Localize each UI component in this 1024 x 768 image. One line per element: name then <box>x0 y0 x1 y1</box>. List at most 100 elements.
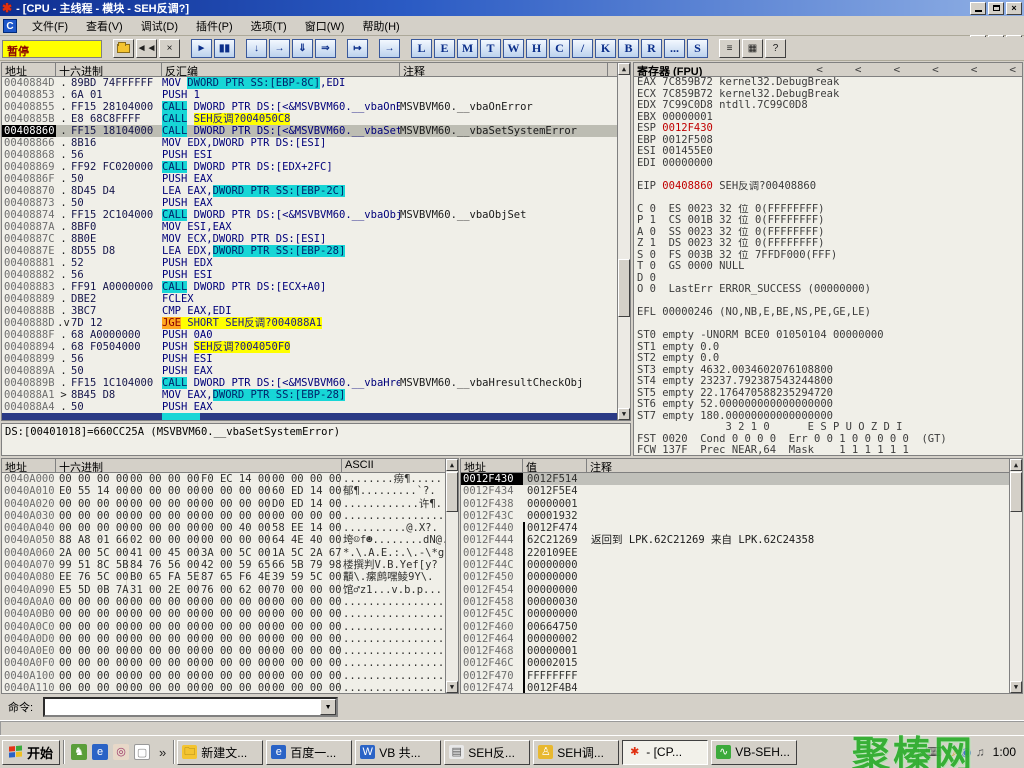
restart-button[interactable]: ◄◄ <box>136 39 157 58</box>
command-input[interactable]: ▼ <box>43 697 338 717</box>
register-line[interactable]: ST5 empty 22.176470588235294720 <box>634 388 1022 400</box>
start-button[interactable]: 开始 <box>2 740 60 765</box>
register-line[interactable]: 3 2 1 0 E S P U O Z D I <box>634 422 1022 434</box>
scroll-up-icon[interactable]: ▲ <box>1010 459 1022 471</box>
quick-launch-icon-1[interactable]: ♞ <box>71 744 87 760</box>
dump-row[interactable]: 0040A0602A 00 5C 0041 00 45 003A 00 5C 0… <box>2 547 458 559</box>
dump-row[interactable]: 0040A0D000 00 00 0000 00 00 0000 00 00 0… <box>2 633 458 645</box>
internet-explorer-icon[interactable]: e <box>92 744 108 760</box>
animate-over-button[interactable]: ⇒ <box>315 39 336 58</box>
appearance-button[interactable]: ▦ <box>742 39 763 58</box>
register-line[interactable]: P 1 CS 001B 32 位 0(FFFFFFFF) <box>634 215 1022 227</box>
quick-launch-more[interactable]: » <box>159 745 166 760</box>
register-line[interactable]: EDI 00000000 <box>634 158 1022 170</box>
register-line[interactable] <box>634 169 1022 181</box>
panel-button-h[interactable]: H <box>526 39 547 58</box>
dump-row[interactable]: 0040A0E000 00 00 0000 00 00 0000 00 00 0… <box>2 645 458 657</box>
dump-row[interactable]: 0040A10000 00 00 0000 00 00 0000 00 00 0… <box>2 670 458 682</box>
register-line[interactable]: ST0 empty -UNORM BCE0 01050104 00000000 <box>634 330 1022 342</box>
menu-item-5[interactable]: 窗口(W) <box>296 19 354 35</box>
scroll-down-icon[interactable]: ▼ <box>618 408 630 420</box>
collapse-chevron-4[interactable]: < <box>968 63 981 76</box>
quick-launch-icon-3[interactable]: ▢ <box>134 744 150 760</box>
register-line[interactable]: ESI 001455E0 <box>634 146 1022 158</box>
disasm-row[interactable]: 00408899.56PUSH ESI <box>2 353 630 365</box>
disasm-row[interactable]: 00408883.FF91 A0000000CALL DWORD PTR DS:… <box>2 281 630 293</box>
disasm-row[interactable]: 0040888F.68 A0000000PUSH 0A0 <box>2 329 630 341</box>
register-line[interactable]: D 0 <box>634 273 1022 285</box>
panel-button-e[interactable]: E <box>434 39 455 58</box>
tray-icon-1[interactable]: ☽ <box>946 745 957 759</box>
stack-row[interactable]: 0012F43800000001 <box>461 498 1022 510</box>
disasm-row[interactable]: 0040885B.E8 68C8FFFFCALL SEH反调?004050C8 <box>2 113 630 125</box>
stack-pane[interactable]: 地址 值 注释 0012F4300012F5140012F4340012F5E4… <box>460 458 1023 694</box>
stack-row[interactable]: 0012F45400000000 <box>461 584 1022 596</box>
register-line[interactable]: S 0 FS 003B 32 位 7FFDF000(FFF) <box>634 250 1022 262</box>
stack-row[interactable]: 0012F46800000001 <box>461 645 1022 657</box>
dump-row[interactable]: 0040A010E0 55 14 0000 00 00 0000 00 00 0… <box>2 485 458 497</box>
disassembly-pane[interactable]: 地址 十六进制 反汇编 注释 0040884D.89BD 74FFFFFFMOV… <box>1 62 631 421</box>
stack-row[interactable]: 0012F45000000000 <box>461 571 1022 583</box>
register-line[interactable]: O 0 LastErr ERROR_SUCCESS (00000000) <box>634 284 1022 296</box>
disasm-row[interactable]: 0040888D.v7D 12JGE SHORT SEH反调?004088A1 <box>2 317 630 329</box>
collapse-chevron-5[interactable]: < <box>1006 63 1019 76</box>
disasm-row[interactable]: 00408882.56PUSH ESI <box>2 269 630 281</box>
tray-icon-2[interactable]: ◉ <box>961 745 971 759</box>
stack-row[interactable]: 0012F43C00001932 <box>461 510 1022 522</box>
register-line[interactable]: ST6 empty 52.000000000000000000 <box>634 399 1022 411</box>
panel-button-w[interactable]: W <box>503 39 524 58</box>
stack-row[interactable]: 0012F45C00000000 <box>461 608 1022 620</box>
taskbar-task-6[interactable]: ∿VB-SEH... <box>711 740 797 765</box>
register-line[interactable]: ST2 empty 0.0 <box>634 353 1022 365</box>
collapse-chevron-3[interactable]: < <box>929 63 942 76</box>
step-into-button[interactable]: ↓ <box>246 39 267 58</box>
stack-row[interactable]: 0012F44C00000000 <box>461 559 1022 571</box>
register-line[interactable]: ST7 empty 180.00000000000000000 <box>634 411 1022 423</box>
dump-row[interactable]: 0040A0C000 00 00 0000 00 00 0000 00 00 0… <box>2 621 458 633</box>
disasm-row[interactable]: 00408894.68 F0504000PUSH SEH反调?004050F0 <box>2 341 630 353</box>
register-line[interactable]: FST 0020 Cond 0 0 0 0 Err 0 0 1 0 0 0 0 … <box>634 434 1022 446</box>
disasm-row[interactable]: 0040887C.8B0EMOV ECX,DWORD PTR DS:[ESI] <box>2 233 630 245</box>
register-line[interactable]: EAX 7C859B72 kernel32.DebugBreak <box>634 77 1022 89</box>
dump-row[interactable]: 0040A04000 00 00 0000 00 00 0000 00 40 0… <box>2 522 458 534</box>
disasm-row[interactable]: 0040887E.8D55 D8LEA EDX,DWORD PTR SS:[EB… <box>2 245 630 257</box>
stack-row[interactable]: 0012F45800000030 <box>461 596 1022 608</box>
menu-item-4[interactable]: 选项(T) <box>242 19 296 35</box>
scroll-down-icon[interactable]: ▼ <box>1010 681 1022 693</box>
panel-button-r[interactable]: R <box>641 39 662 58</box>
collapse-chevron-2[interactable]: < <box>891 63 904 76</box>
disasm-row[interactable]: 00408873.50PUSH EAX <box>2 197 630 209</box>
menu-item-6[interactable]: 帮助(H) <box>353 19 408 35</box>
dump-row[interactable]: 0040A0F000 00 00 0000 00 00 0000 00 00 0… <box>2 657 458 669</box>
disasm-row[interactable]: 0040887A.8BF0MOV ESI,EAX <box>2 221 630 233</box>
disasm-row[interactable]: 004088A1>8B45 D8MOV EAX,DWORD PTR SS:[EB… <box>2 389 630 401</box>
taskbar-task-4[interactable]: ♙SEH调... <box>533 740 619 765</box>
chevron-down-icon[interactable]: ▼ <box>320 699 336 715</box>
animate-into-button[interactable]: ⇓ <box>292 39 313 58</box>
go-to-button[interactable]: → <box>379 39 400 58</box>
disasm-row[interactable]: 00408860.FF15 18104000CALL DWORD PTR DS:… <box>2 125 630 137</box>
volume-icon[interactable]: ♫ <box>976 745 985 759</box>
stack-row[interactable]: 0012F46C00002015 <box>461 657 1022 669</box>
dump-row[interactable]: 0040A00000 00 00 0000 00 00 00F0 EC 14 0… <box>2 473 458 485</box>
disasm-row[interactable]: 00408866.8B16MOV EDX,DWORD PTR DS:[ESI] <box>2 137 630 149</box>
panel-button-k[interactable]: K <box>595 39 616 58</box>
dump-scrollbar[interactable]: ▲ ▼ <box>445 459 458 693</box>
taskbar-task-1[interactable]: e百度一... <box>266 740 352 765</box>
register-line[interactable]: A 0 SS 0023 32 位 0(FFFFFFFF) <box>634 227 1022 239</box>
menu-item-3[interactable]: 插件(P) <box>187 19 242 35</box>
stack-row[interactable]: 0012F470FFFFFFFF <box>461 670 1022 682</box>
stack-row[interactable]: 0012F46400000002 <box>461 633 1022 645</box>
dump-row[interactable]: 0040A090E5 5D 0B 7A31 00 2E 0076 00 62 0… <box>2 584 458 596</box>
open-file-button[interactable] <box>113 39 134 58</box>
dump-row[interactable]: 0040A080EE 76 5C 00B0 65 FA 5E87 65 F6 4… <box>2 571 458 583</box>
dump-row[interactable]: 0040A05088 A8 01 6602 00 00 0000 00 00 0… <box>2 534 458 546</box>
register-line[interactable]: EDX 7C99C0D8 ntdll.7C99C0D8 <box>634 100 1022 112</box>
disasm-row[interactable]: 0040884D.89BD 74FFFFFFMOV DWORD PTR SS:[… <box>2 77 630 89</box>
close-program-button[interactable]: × <box>159 39 180 58</box>
disasm-row[interactable]: 0040888B.3BC7CMP EAX,EDI <box>2 305 630 317</box>
stack-row[interactable]: 0012F448220109EE <box>461 547 1022 559</box>
disasm-scrollbar[interactable]: ▲ ▼ <box>617 63 630 420</box>
stack-row[interactable]: 0012F4740012F4B4 <box>461 682 1022 694</box>
panel-button-s[interactable]: S <box>687 39 708 58</box>
